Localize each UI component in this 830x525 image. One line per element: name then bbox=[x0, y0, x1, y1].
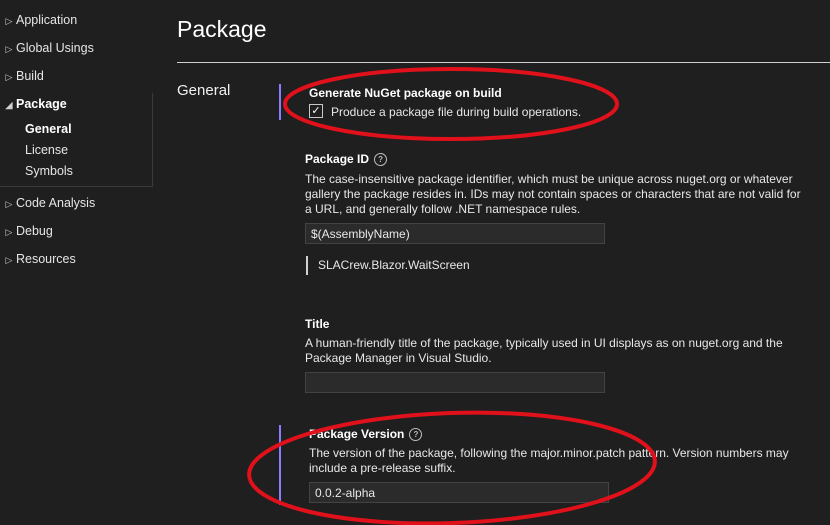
help-icon[interactable]: ? bbox=[409, 428, 423, 441]
sidebar-subitem-general[interactable]: General bbox=[25, 119, 72, 139]
setting-name-title: Title bbox=[305, 317, 330, 331]
chevron-right-icon: ▷ bbox=[5, 16, 13, 26]
chevron-down-icon: ◢ bbox=[5, 100, 13, 110]
generate-package-checkbox[interactable]: ✓ bbox=[309, 104, 323, 118]
sidebar-subitem-symbols[interactable]: Symbols bbox=[25, 161, 73, 181]
setting-name-package-id: Package ID? bbox=[305, 152, 388, 166]
package-id-description: The case-insensitive package identifier,… bbox=[305, 172, 801, 216]
title-description: A human-friendly title of the package, t… bbox=[305, 336, 783, 365]
package-version-description: The version of the package, following th… bbox=[309, 446, 789, 475]
setting-accent-bar bbox=[279, 84, 281, 120]
title-divider bbox=[177, 62, 830, 63]
project-properties-page: ▷ Application ▷ Global Usings ▷ Build ◢ Pack… bbox=[0, 0, 830, 525]
setting-name-generate-package: Generate NuGet package on build bbox=[309, 86, 502, 100]
check-mark-icon: ✓ bbox=[311, 105, 321, 117]
chevron-right-icon: ▷ bbox=[5, 255, 13, 265]
annotation-ellipse-generate bbox=[283, 67, 619, 141]
chevron-right-icon: ▷ bbox=[5, 44, 13, 54]
sidebar-item-resources[interactable]: ▷ Resources bbox=[0, 249, 76, 269]
generate-package-checkbox-label[interactable]: Produce a package file during build oper… bbox=[331, 105, 731, 120]
sidebar-item-application[interactable]: ▷ Application bbox=[0, 10, 78, 30]
sidebar-item-global-usings[interactable]: ▷ Global Usings bbox=[0, 38, 94, 58]
sidebar-item-debug[interactable]: ▷ Debug bbox=[0, 221, 53, 241]
package-id-input[interactable] bbox=[305, 223, 605, 244]
package-version-input[interactable] bbox=[309, 482, 609, 503]
section-heading-general: General bbox=[177, 82, 231, 99]
title-input[interactable] bbox=[305, 372, 605, 393]
sidebar-item-code-analysis[interactable]: ▷ Code Analysis bbox=[0, 193, 96, 213]
chevron-right-icon: ▷ bbox=[5, 199, 13, 209]
chevron-right-icon: ▷ bbox=[5, 72, 13, 82]
page-title: Package bbox=[177, 16, 267, 42]
help-icon[interactable]: ? bbox=[374, 153, 388, 166]
sidebar-item-build[interactable]: ▷ Build bbox=[0, 66, 44, 86]
sidebar-nav: ▷ Application ▷ Global Usings ▷ Build ◢ Pack… bbox=[0, 0, 155, 525]
sidebar-subitem-license[interactable]: License bbox=[25, 140, 68, 160]
package-id-evaluated-value: SLACrew.Blazor.WaitScreen bbox=[306, 256, 470, 275]
setting-accent-bar bbox=[279, 425, 281, 505]
sidebar-item-package[interactable]: ◢ Package bbox=[0, 94, 67, 114]
setting-name-package-version: Package Version? bbox=[309, 427, 423, 441]
chevron-right-icon: ▷ bbox=[5, 227, 13, 237]
